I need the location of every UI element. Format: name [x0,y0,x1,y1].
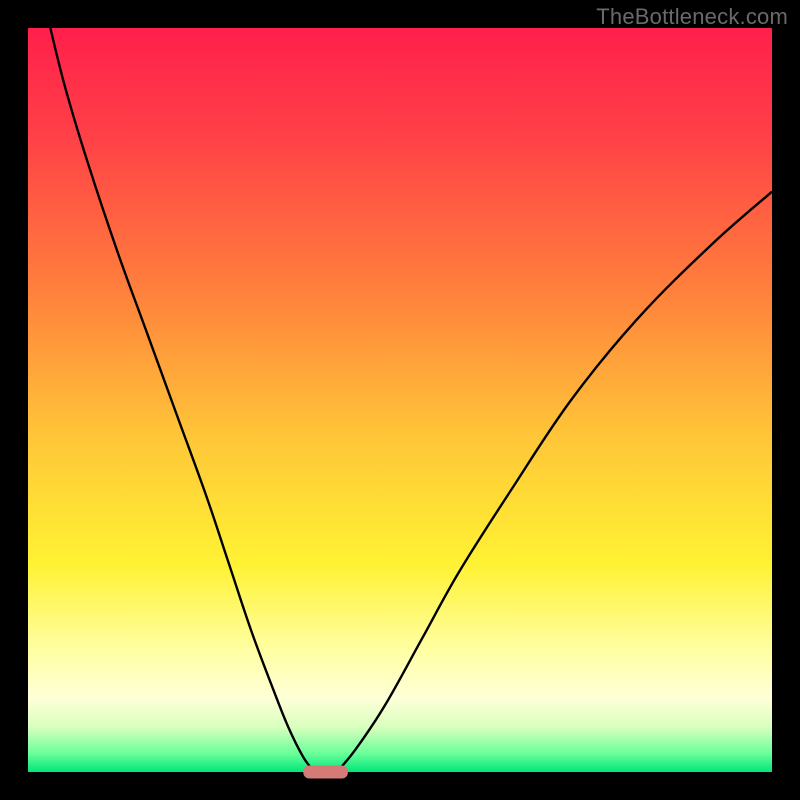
bottleneck-marker [303,766,348,779]
bottleneck-chart [0,0,800,800]
plot-background [28,28,772,772]
watermark-text: TheBottleneck.com [596,4,788,30]
chart-container: TheBottleneck.com [0,0,800,800]
